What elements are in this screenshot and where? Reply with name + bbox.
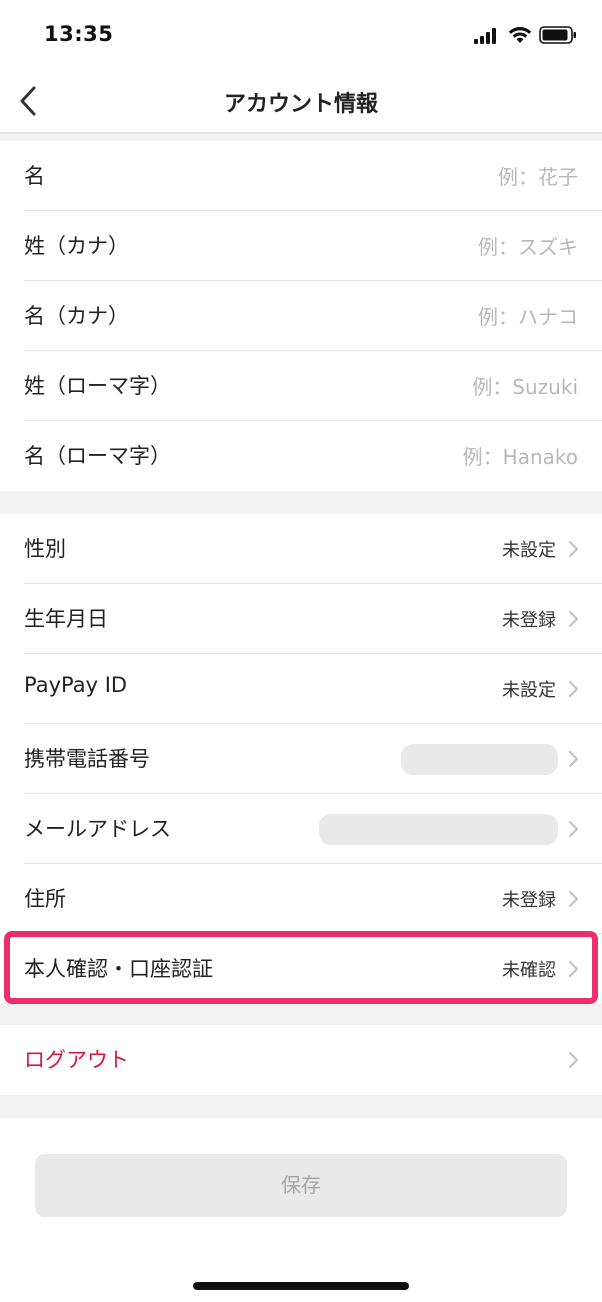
home-indicator[interactable]: [193, 1282, 409, 1290]
last-name-roman-input[interactable]: 例：Suzuki: [472, 371, 578, 400]
first-name-label: 名: [24, 164, 45, 188]
account-info-screen: 13:35 アカウント情報 名 例：花子 姓（カナ） 例：スズキ 名（カナ） 例…: [0, 0, 602, 1302]
chevron-right-icon: [568, 1051, 579, 1069]
page-title: アカウント情報: [223, 92, 378, 117]
gender-value: 未設定: [502, 540, 556, 561]
phone-masked-value: [401, 744, 558, 775]
phone-label: 携帯電話番号: [24, 747, 150, 771]
first-name-row[interactable]: 名 例：花子: [0, 141, 602, 211]
phone-row[interactable]: 携帯電話番号: [0, 724, 602, 794]
first-name-kana-label: 名（カナ）: [24, 304, 129, 328]
email-label: メールアドレス: [24, 817, 171, 841]
status-time: 13:35: [44, 22, 114, 46]
birthday-label: 生年月日: [24, 607, 108, 631]
nav-bar: アカウント情報: [0, 72, 602, 134]
paypay-id-value: 未設定: [502, 680, 556, 701]
signal-icon: [474, 28, 496, 44]
chevron-right-icon: [568, 610, 579, 628]
logout-label: ログアウト: [24, 1048, 129, 1072]
status-bar: 13:35: [0, 0, 602, 72]
first-name-roman-input[interactable]: 例：Hanako: [463, 441, 578, 470]
last-name-roman-row[interactable]: 姓（ローマ字） 例：Suzuki: [0, 351, 602, 421]
chevron-right-icon: [568, 540, 579, 558]
chevron-right-icon: [568, 890, 579, 908]
last-name-kana-row[interactable]: 姓（カナ） 例：スズキ: [0, 211, 602, 281]
address-row[interactable]: 住所 未登録: [0, 864, 602, 934]
birthday-row[interactable]: 生年月日 未登録: [0, 584, 602, 654]
identity-verification-label: 本人確認・口座認証: [24, 957, 213, 981]
chevron-right-icon: [568, 820, 579, 838]
identity-verification-row[interactable]: 本人確認・口座認証 未確認: [0, 934, 602, 1004]
identity-verification-value: 未確認: [502, 960, 556, 981]
address-value: 未登録: [502, 890, 556, 911]
battery-icon: [539, 26, 576, 44]
last-name-kana-label: 姓（カナ）: [24, 234, 129, 258]
settings-group: 性別 未設定 生年月日 未登録 PayPay ID 未設定 携帯電話番号 メール…: [0, 514, 602, 1003]
home-area: [0, 1252, 602, 1302]
logout-group: ログアウト: [0, 1025, 602, 1095]
name-fields-group: 名 例：花子 姓（カナ） 例：スズキ 名（カナ） 例：ハナコ 姓（ローマ字） 例…: [0, 141, 602, 491]
first-name-kana-input[interactable]: 例：ハナコ: [478, 301, 578, 330]
address-label: 住所: [24, 887, 66, 911]
chevron-right-icon: [568, 750, 579, 768]
chevron-right-icon: [568, 680, 579, 698]
first-name-input[interactable]: 例：花子: [498, 161, 578, 190]
first-name-kana-row[interactable]: 名（カナ） 例：ハナコ: [0, 281, 602, 351]
logout-row[interactable]: ログアウト: [0, 1025, 602, 1095]
save-button[interactable]: 保存: [35, 1154, 567, 1217]
email-row[interactable]: メールアドレス: [0, 794, 602, 864]
first-name-roman-label: 名（ローマ字）: [24, 444, 171, 468]
paypay-id-label: PayPay ID: [24, 673, 128, 697]
last-name-roman-label: 姓（ローマ字）: [24, 374, 171, 398]
chevron-right-icon: [568, 960, 579, 978]
paypay-id-row[interactable]: PayPay ID 未設定: [0, 654, 602, 724]
wifi-icon: [508, 27, 532, 43]
gender-label: 性別: [24, 537, 66, 561]
email-masked-value: [319, 814, 558, 845]
birthday-value: 未登録: [502, 610, 556, 631]
gender-row[interactable]: 性別 未設定: [0, 514, 602, 584]
bottom-action-area: 保存: [0, 1118, 602, 1252]
first-name-roman-row[interactable]: 名（ローマ字） 例：Hanako: [0, 421, 602, 491]
last-name-kana-input[interactable]: 例：スズキ: [478, 231, 578, 260]
